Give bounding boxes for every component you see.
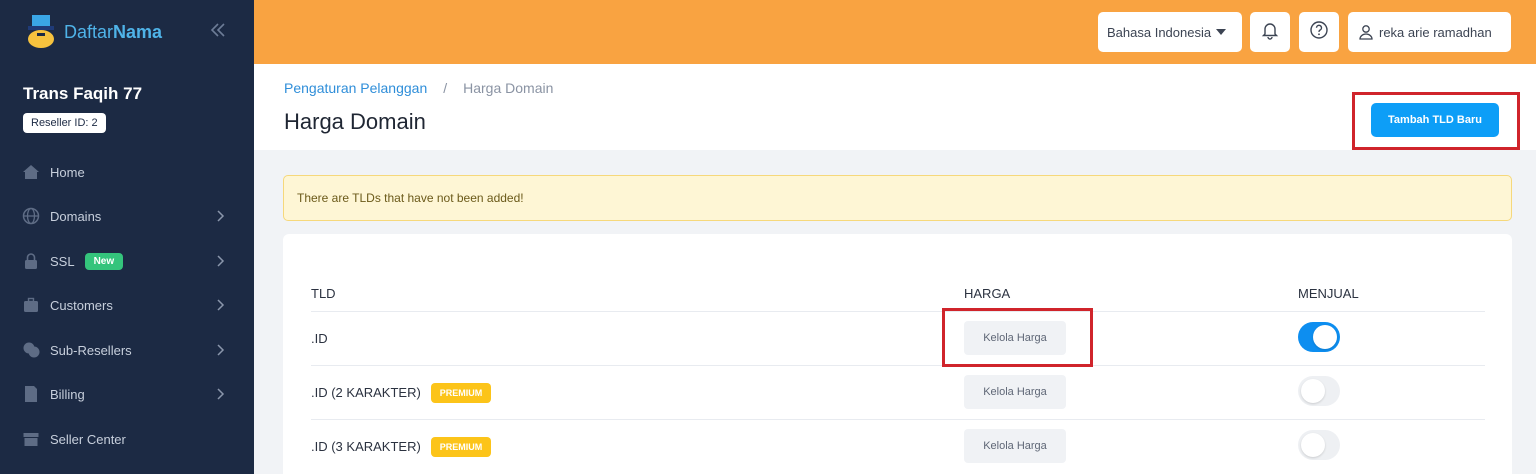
- question-icon: [1309, 20, 1329, 45]
- logo[interactable]: DaftarNama: [24, 14, 162, 50]
- chevron-right-icon: [212, 208, 228, 224]
- collapse-sidebar-icon[interactable]: [208, 20, 228, 40]
- tld-table: TLD HARGA MENJUAL .ID Kelola Harga .ID (…: [283, 234, 1512, 474]
- toggle-knob: [1301, 379, 1325, 403]
- breadcrumb-current: Harga Domain: [463, 80, 554, 96]
- notifications-button[interactable]: [1250, 12, 1290, 52]
- table-row: .ID (2 KARAKTER) PREMIUM Kelola Harga: [311, 365, 1485, 419]
- sidebar-item-label: Home: [50, 164, 85, 180]
- caret-down-icon: [1216, 29, 1227, 35]
- tld-cell: .ID (2 KARAKTER) PREMIUM: [311, 366, 492, 419]
- topbar: [254, 0, 1536, 64]
- breadcrumb: Pengaturan Pelanggan / Harga Domain: [284, 80, 553, 96]
- sidebar-item-label: Sub-Resellers: [50, 342, 132, 358]
- sidebar-item-home[interactable]: Home: [0, 152, 254, 192]
- tld-name: .ID (3 KARAKTER): [311, 439, 421, 454]
- toggle-knob: [1301, 433, 1325, 457]
- page-header: Pengaturan Pelanggan / Harga Domain Harg…: [254, 64, 1536, 150]
- sidebar-item-label: Seller Center: [50, 431, 126, 447]
- toggle-knob: [1313, 325, 1337, 349]
- sidebar-item-label: Domains: [50, 208, 102, 224]
- column-header-menjual: MENJUAL: [1298, 286, 1359, 301]
- users-icon: [22, 341, 40, 359]
- sidebar-item-ssl[interactable]: SSL New: [0, 241, 254, 281]
- chevron-right-icon: [212, 253, 228, 269]
- sidebar-item-domains[interactable]: Domains: [0, 196, 254, 236]
- selling-toggle[interactable]: [1298, 430, 1340, 460]
- sidebar-item-label: Billing: [50, 386, 85, 402]
- alert-text: There are TLDs that have not been added!: [297, 191, 524, 205]
- home-icon: [22, 163, 40, 181]
- tld-cell: .ID: [311, 312, 328, 365]
- document-icon: [22, 385, 40, 403]
- sidebar: DaftarNama Trans Faqih 77 Reseller ID: 2…: [0, 0, 254, 474]
- highlight-box: [942, 308, 1093, 367]
- page-title: Harga Domain: [284, 109, 426, 134]
- breadcrumb-link[interactable]: Pengaturan Pelanggan: [284, 80, 427, 96]
- tld-cell: .ID (3 KARAKTER) PREMIUM: [311, 420, 492, 473]
- user-name: reka arie ramadhan: [1379, 24, 1492, 40]
- chevron-right-icon: [212, 297, 228, 313]
- premium-badge: PREMIUM: [430, 382, 492, 403]
- premium-badge: PREMIUM: [430, 436, 492, 457]
- chevron-right-icon: [212, 342, 228, 358]
- reseller-id-badge: Reseller ID: 2: [23, 113, 106, 133]
- column-header-harga: HARGA: [964, 286, 1011, 301]
- kelola-harga-button[interactable]: Kelola Harga: [964, 375, 1066, 409]
- add-tld-button[interactable]: Tambah TLD Baru: [1371, 103, 1499, 137]
- lock-icon: [22, 252, 40, 270]
- sidebar-item-billing[interactable]: Billing: [0, 374, 254, 414]
- tld-name: .ID (2 KARAKTER): [311, 385, 421, 400]
- sidebar-item-seller-center[interactable]: Seller Center: [0, 419, 254, 459]
- store-icon: [22, 430, 40, 448]
- sidebar-item-sub-resellers[interactable]: Sub-Resellers: [0, 330, 254, 370]
- selling-toggle[interactable]: [1298, 322, 1340, 352]
- table-row: .ID Kelola Harga: [311, 311, 1485, 365]
- bell-icon: [1260, 20, 1280, 45]
- help-button[interactable]: [1299, 12, 1339, 52]
- warning-alert: There are TLDs that have not been added!: [283, 175, 1512, 221]
- globe-icon: [22, 207, 40, 225]
- breadcrumb-separator: /: [443, 80, 448, 96]
- sidebar-item-customers[interactable]: Customers: [0, 285, 254, 325]
- sidebar-item-label: SSL: [50, 253, 75, 269]
- tld-name: .ID: [311, 331, 328, 346]
- logo-text: DaftarNama: [64, 21, 163, 42]
- org-name: Trans Faqih 77: [23, 84, 143, 103]
- user-menu-button[interactable]: reka arie ramadhan: [1348, 12, 1511, 52]
- mascot-logo-icon: [24, 15, 58, 49]
- briefcase-icon: [22, 296, 40, 314]
- user-icon: [1358, 24, 1374, 40]
- column-header-tld: TLD: [311, 286, 336, 301]
- sidebar-item-label: Customers: [50, 297, 113, 313]
- chevron-right-icon: [212, 386, 228, 402]
- selling-toggle[interactable]: [1298, 376, 1340, 406]
- table-row: .ID (3 KARAKTER) PREMIUM Kelola Harga: [311, 419, 1485, 473]
- language-selector[interactable]: Bahasa Indonesia: [1098, 12, 1242, 52]
- language-label: Bahasa Indonesia: [1107, 24, 1212, 40]
- kelola-harga-button[interactable]: Kelola Harga: [964, 429, 1066, 463]
- new-badge: New: [84, 252, 124, 270]
